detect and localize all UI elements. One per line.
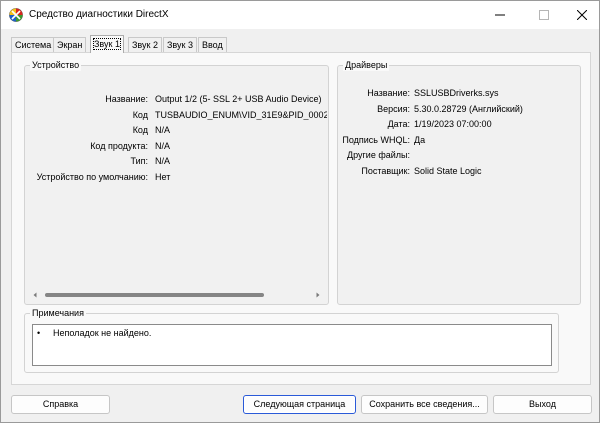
- device-code-2-value: N/A: [155, 125, 171, 135]
- default-device-label: Устройство по умолчанию:: [36, 172, 148, 182]
- scroll-left-icon[interactable]: [31, 291, 39, 299]
- tab-system[interactable]: Система: [11, 37, 56, 52]
- product-code-label: Код продукта:: [90, 141, 148, 151]
- device-name-label: Название:: [105, 94, 148, 104]
- directx-app-icon: [9, 8, 23, 22]
- close-button[interactable]: [565, 1, 599, 29]
- tab-label: Экран: [57, 40, 83, 50]
- save-all-info-button[interactable]: Сохранить все сведения...: [361, 395, 488, 414]
- maximize-icon: [539, 10, 549, 20]
- maximize-button: [527, 1, 561, 29]
- note-bullet: •: [37, 328, 41, 338]
- tab-sound-3[interactable]: Звук 3: [163, 37, 197, 52]
- device-type-value: N/A: [155, 156, 171, 166]
- device-group: Устройство Название: Output 1/2 (5- SSL …: [24, 60, 329, 305]
- driver-name-value: SSLUSBDriverks.sys: [414, 88, 499, 98]
- window-title: Средство диагностики DirectX: [29, 9, 169, 20]
- minimize-button[interactable]: [483, 1, 517, 29]
- driver-date-label: Дата:: [387, 119, 410, 129]
- tab-label: Звук 3: [167, 40, 193, 50]
- notes-group-title: Примечания: [30, 308, 86, 319]
- device-name-value: Output 1/2 (5- SSL 2+ USB Audio Device): [155, 94, 322, 104]
- driver-version-value: 5.30.0.28729 (Английский): [414, 104, 523, 114]
- note-text: Неполадок не найдено.: [53, 328, 152, 338]
- tab-display[interactable]: Экран: [53, 37, 87, 52]
- close-icon: [577, 10, 587, 20]
- tab-panel-sound-1: Устройство Название: Output 1/2 (5- SSL …: [11, 52, 591, 385]
- notes-box[interactable]: • Неполадок не найдено.: [32, 324, 552, 366]
- default-device-value: Нет: [155, 172, 171, 182]
- tab-sound-1[interactable]: Звук 1: [90, 35, 124, 53]
- tab-label: Ввод: [202, 40, 223, 50]
- scrollbar-thumb[interactable]: [45, 293, 264, 297]
- scroll-right-icon[interactable]: [314, 291, 322, 299]
- driver-name-label: Название:: [367, 88, 410, 98]
- provider-value: Solid State Logic: [414, 166, 482, 176]
- drivers-group-title: Драйверы: [343, 60, 390, 71]
- other-files-label: Другие файлы:: [347, 150, 410, 160]
- device-code-value: TUSBAUDIO_ENUM\VID_31E9&PID_0002&REV_0: [155, 110, 327, 120]
- tab-input[interactable]: Ввод: [198, 37, 227, 52]
- whql-signature-value: Да: [414, 135, 426, 145]
- title-bar[interactable]: Средство диагностики DirectX: [1, 1, 599, 29]
- tab-label: Звук 1: [93, 38, 121, 50]
- next-page-button[interactable]: Следующая страница: [243, 395, 356, 414]
- device-horizontal-scrollbar[interactable]: [31, 290, 322, 300]
- device-code-2-label: Код: [132, 125, 148, 135]
- drivers-group: Драйверы Название: SSLUSBDriverks.sys Ве…: [337, 60, 581, 305]
- directx-diagnostic-window: Средство диагностики DirectX Система Экр…: [0, 0, 600, 423]
- driver-version-label: Версия:: [377, 104, 410, 114]
- notes-group: Примечания • Неполадок не найдено.: [24, 308, 559, 373]
- device-group-title: Устройство: [30, 60, 82, 71]
- provider-label: Поставщик:: [361, 166, 410, 176]
- help-button[interactable]: Справка: [11, 395, 110, 414]
- driver-date-value: 1/19/2023 07:00:00: [414, 119, 492, 129]
- tab-sound-2[interactable]: Звук 2: [128, 37, 162, 52]
- tab-label: Звук 2: [132, 40, 158, 50]
- tab-label: Система: [15, 40, 52, 50]
- exit-button[interactable]: Выход: [493, 395, 592, 414]
- device-code-label: Код: [132, 110, 148, 120]
- product-code-value: N/A: [155, 141, 171, 151]
- minimize-icon: [495, 14, 505, 16]
- device-type-label: Тип:: [130, 156, 148, 166]
- whql-signature-label: Подпись WHQL:: [342, 135, 410, 145]
